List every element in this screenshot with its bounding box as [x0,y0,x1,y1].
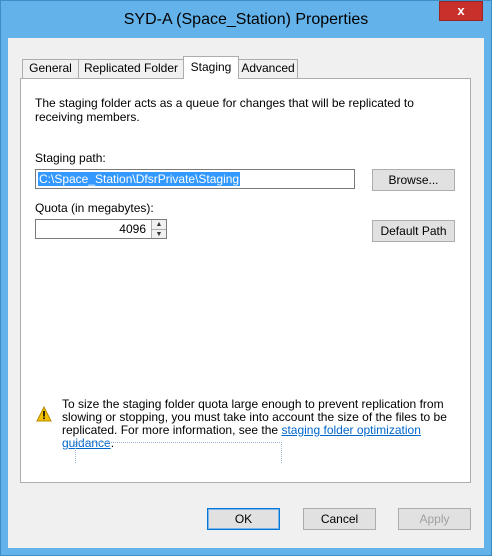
tab-general[interactable]: General [22,59,79,78]
staging-path-input[interactable]: C:\Space_Station\DfsrPrivate\Staging [35,169,355,189]
close-button[interactable]: x [439,1,483,21]
properties-window: SYD-A (Space_Station) Properties x Gener… [0,0,492,556]
cancel-button[interactable]: Cancel [303,508,376,530]
window-title: SYD-A (Space_Station) Properties [123,11,369,28]
focus-outline [75,442,282,463]
staging-path-label: Staging path: [35,151,106,165]
tab-advanced[interactable]: Advanced [238,59,298,78]
spin-down-icon[interactable]: ▼ [152,229,166,239]
tab-staging[interactable]: Staging [183,56,239,79]
dialog-client-area: General Replicated Folder Staging Advanc… [8,38,484,548]
ok-button[interactable]: OK [207,508,280,530]
staging-description: The staging folder acts as a queue for c… [35,96,414,124]
staging-tab-panel: The staging folder acts as a queue for c… [20,78,471,483]
quota-value: 4096 [119,222,146,236]
warning-icon [36,406,52,422]
browse-button[interactable]: Browse... [372,169,455,191]
title-bar[interactable]: SYD-A (Space_Station) Properties x [1,1,491,38]
quota-stepper[interactable]: 4096 ▲ ▼ [35,219,167,239]
staging-path-value: C:\Space_Station\DfsrPrivate\Staging [38,172,241,186]
spin-up-icon[interactable]: ▲ [152,220,166,229]
tab-replicated-folder[interactable]: Replicated Folder [78,59,184,78]
quota-spinner[interactable]: ▲ ▼ [151,220,166,238]
default-path-button[interactable]: Default Path [372,220,455,242]
apply-button[interactable]: Apply [398,508,471,530]
quota-label: Quota (in megabytes): [35,201,154,215]
tab-strip: General Replicated Folder Staging Advanc… [22,56,342,79]
